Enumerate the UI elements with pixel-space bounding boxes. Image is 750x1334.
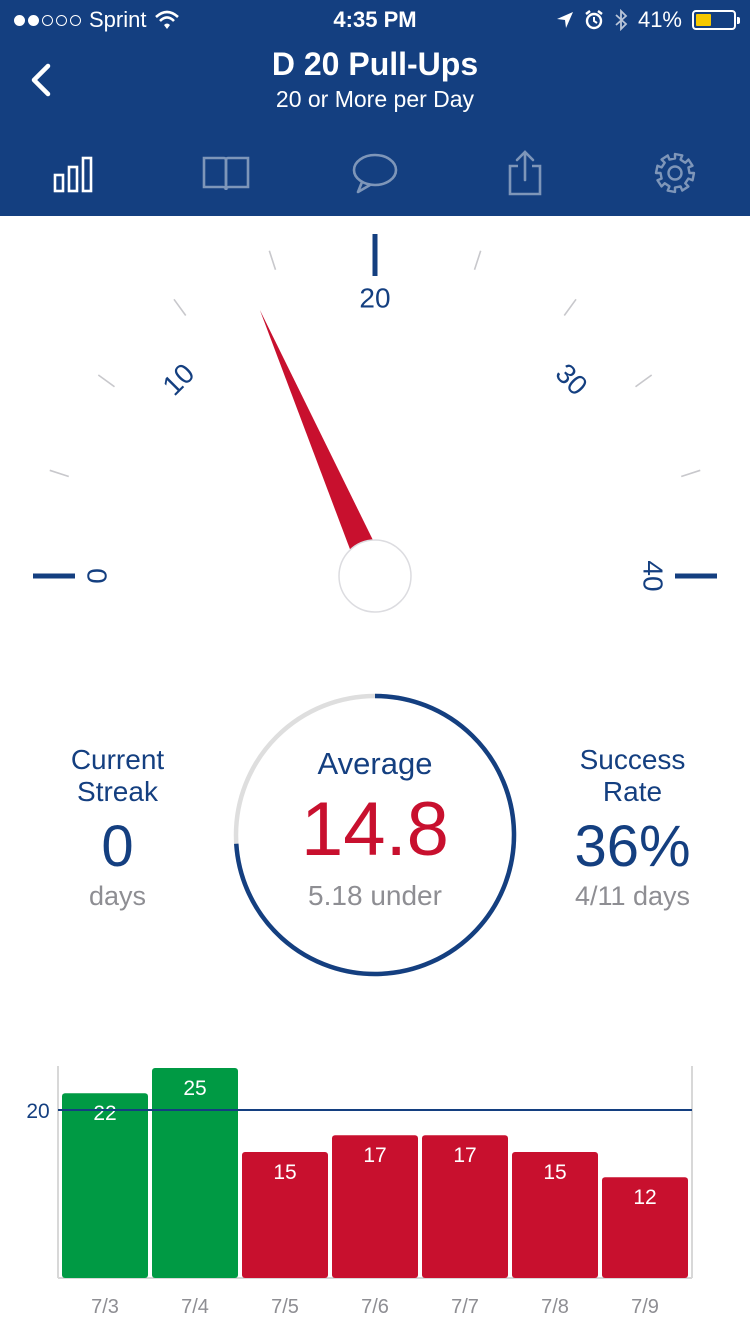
goal-label: 20 [26, 1100, 49, 1123]
alarm-clock-icon [585, 10, 603, 30]
x-tick-label: 7/5 [271, 1296, 299, 1318]
gauge: 0 10 20 30 40 [33, 234, 717, 613]
header: Sprint 4:35 PM 41% D 20 Pull-Ups 20 or M… [0, 0, 750, 216]
gauge-minor-tick [635, 374, 653, 388]
current-streak: Current Streak 0 days [30, 744, 205, 912]
bar-value-label: 12 [633, 1186, 656, 1209]
status-bar: Sprint 4:35 PM 41% [0, 0, 750, 40]
gauge-minor-tick [173, 298, 187, 316]
average-difference: 5.18 under [308, 880, 442, 911]
gear-icon[interactable] [650, 150, 700, 196]
daily-bar-chart: 22 7/3 25 7/4 15 7/5 17 7/6 17 7/7 15 7/8 12 7/9 20 [26, 1066, 693, 1318]
x-tick-label: 7/6 [361, 1296, 389, 1318]
battery-percent: 41% [637, 7, 682, 32]
bar-value-label: 15 [273, 1161, 296, 1184]
bluetooth-icon [615, 9, 628, 31]
x-tick-label: 7/9 [631, 1296, 659, 1318]
success-days: 4/11 days [574, 881, 691, 911]
book-icon[interactable] [201, 150, 251, 196]
x-tick-label: 7/4 [181, 1296, 209, 1318]
gauge-minor-tick [680, 469, 701, 478]
gauge-minor-tick [563, 298, 577, 316]
gauge-label: 30 [550, 357, 594, 401]
streak-value: 0 [101, 814, 134, 879]
page-subtitle: 20 or More per Day [275, 86, 475, 112]
location-arrow-icon [556, 12, 573, 28]
chat-bubble-icon[interactable] [350, 150, 400, 196]
gauge-minor-tick [268, 250, 277, 271]
bar-value-label: 25 [183, 1077, 206, 1100]
gauge-label: 40 [638, 560, 669, 591]
streak-label-line1: Current [70, 744, 165, 775]
gauge-minor-tick [49, 469, 70, 478]
bar-value-label: 17 [363, 1144, 386, 1167]
x-tick-label: 7/8 [541, 1296, 569, 1318]
average-value: 14.8 [301, 787, 449, 872]
success-rate: Success Rate 36% 4/11 days [545, 744, 720, 912]
success-value: 36% [574, 814, 691, 879]
battery-icon [692, 10, 740, 30]
gauge-minor-tick [473, 250, 482, 271]
gauge-label: 10 [156, 357, 200, 401]
gauge-minor-tick [97, 374, 115, 388]
x-tick-label: 7/7 [451, 1296, 479, 1318]
status-right: 41% [556, 6, 740, 34]
page-title: D 20 Pull-Ups [271, 46, 479, 82]
x-tick-label: 7/3 [91, 1296, 119, 1318]
gauge-label: 0 [82, 568, 113, 584]
success-label-line2: Rate [602, 776, 663, 807]
average-label: Average [317, 746, 433, 781]
streak-unit: days [88, 881, 147, 911]
gauge-hub [338, 539, 412, 613]
bar-value-label: 22 [93, 1102, 116, 1125]
bar-value-label: 17 [453, 1144, 476, 1167]
streak-label-line2: Streak [77, 776, 158, 807]
share-icon[interactable] [500, 150, 550, 196]
success-label-line1: Success [579, 744, 686, 775]
bar-value-label: 15 [543, 1161, 566, 1184]
gauge-label: 20 [359, 283, 390, 314]
bar-chart-icon[interactable] [50, 150, 100, 196]
toolbar [0, 140, 750, 206]
